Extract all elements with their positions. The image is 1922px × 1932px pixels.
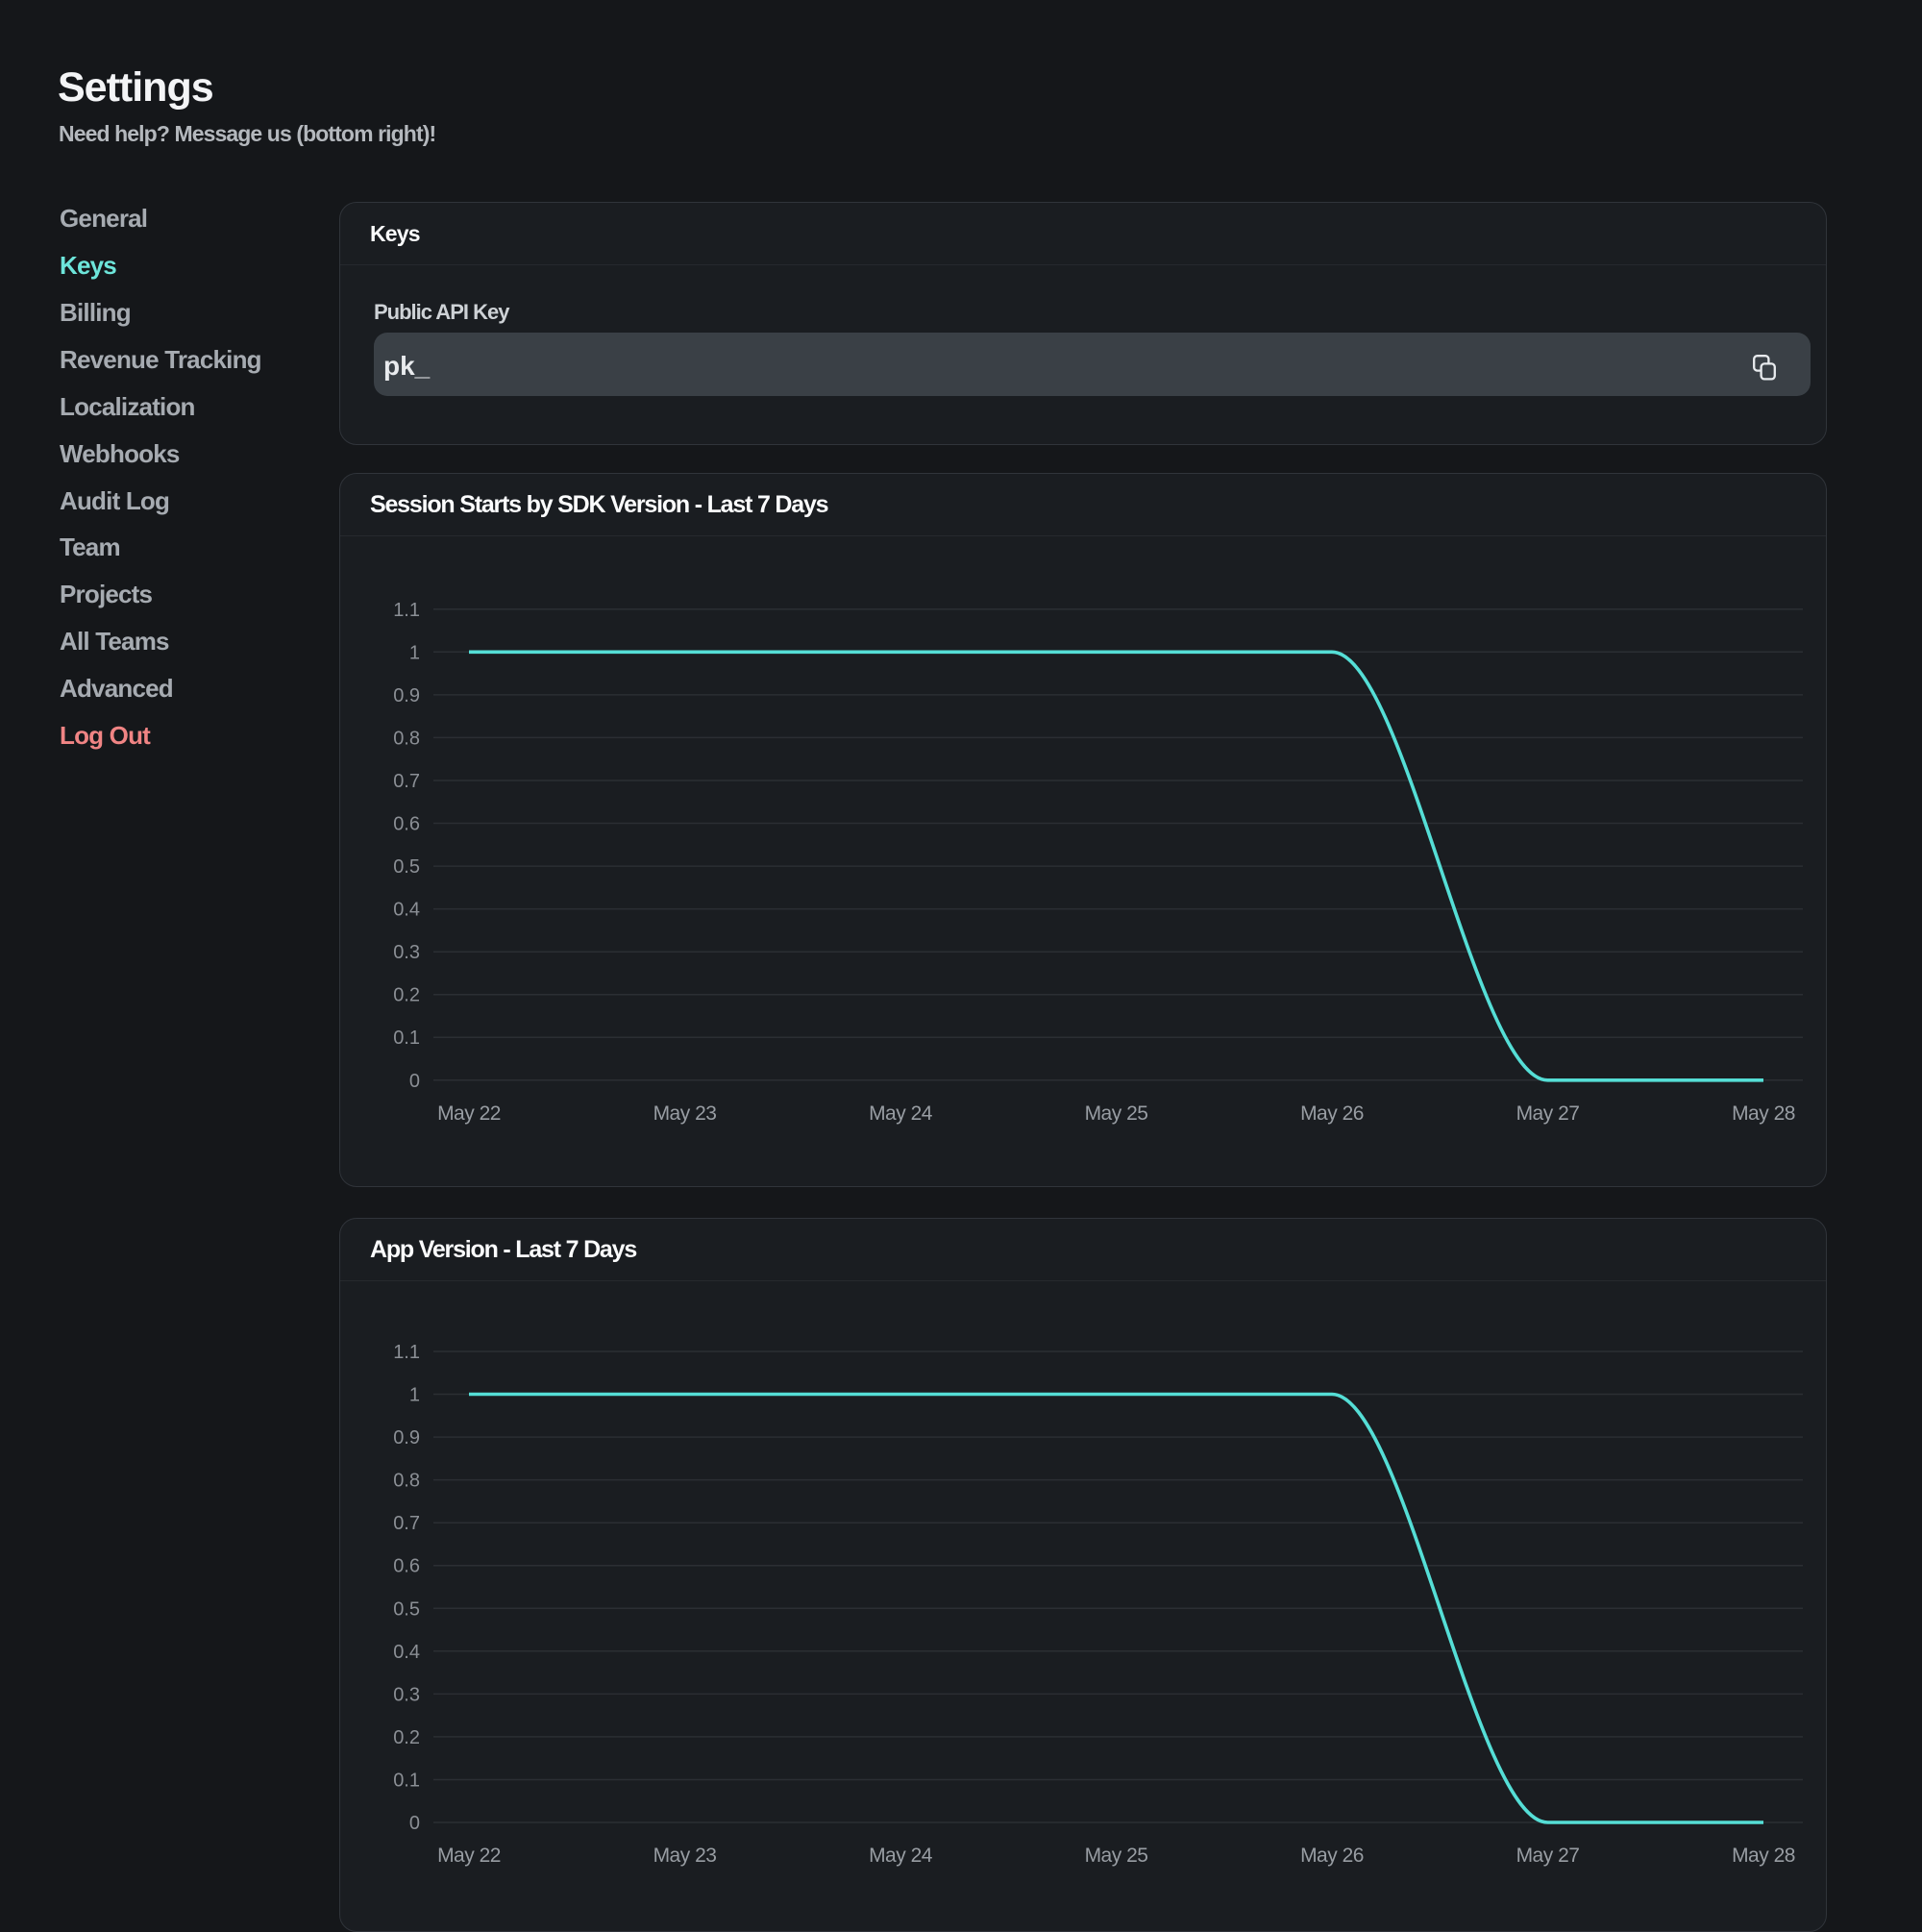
svg-text:May 27: May 27 bbox=[1516, 1102, 1580, 1125]
svg-text:0.4: 0.4 bbox=[393, 900, 420, 921]
svg-text:0.8: 0.8 bbox=[393, 1471, 420, 1492]
svg-text:0.7: 0.7 bbox=[393, 771, 420, 792]
svg-text:May 22: May 22 bbox=[437, 1102, 501, 1125]
svg-text:0.8: 0.8 bbox=[393, 728, 420, 749]
svg-text:0.5: 0.5 bbox=[393, 856, 420, 878]
svg-text:0.9: 0.9 bbox=[393, 1427, 420, 1449]
svg-text:0.9: 0.9 bbox=[393, 685, 420, 706]
svg-text:0: 0 bbox=[409, 1071, 420, 1092]
svg-text:1: 1 bbox=[409, 1385, 420, 1406]
svg-text:May 26: May 26 bbox=[1300, 1845, 1364, 1867]
svg-text:May 25: May 25 bbox=[1085, 1845, 1148, 1867]
svg-text:0.1: 0.1 bbox=[393, 1028, 420, 1049]
svg-text:0.6: 0.6 bbox=[393, 1556, 420, 1577]
svg-text:May 24: May 24 bbox=[869, 1845, 933, 1867]
svg-text:0.4: 0.4 bbox=[393, 1642, 420, 1663]
svg-text:0: 0 bbox=[409, 1813, 420, 1834]
svg-text:May 28: May 28 bbox=[1732, 1845, 1795, 1867]
svg-text:May 23: May 23 bbox=[653, 1845, 717, 1867]
svg-text:May 23: May 23 bbox=[653, 1102, 717, 1125]
svg-text:0.1: 0.1 bbox=[393, 1771, 420, 1792]
svg-text:May 22: May 22 bbox=[437, 1845, 501, 1867]
svg-text:May 26: May 26 bbox=[1300, 1102, 1364, 1125]
svg-text:0.2: 0.2 bbox=[393, 1727, 420, 1748]
svg-text:0.3: 0.3 bbox=[393, 1684, 420, 1705]
svg-text:0.2: 0.2 bbox=[393, 985, 420, 1006]
svg-text:May 28: May 28 bbox=[1732, 1102, 1795, 1125]
svg-text:0.7: 0.7 bbox=[393, 1513, 420, 1534]
svg-text:0.3: 0.3 bbox=[393, 942, 420, 963]
svg-text:0.5: 0.5 bbox=[393, 1598, 420, 1620]
svg-text:1.1: 1.1 bbox=[393, 600, 420, 621]
svg-text:May 27: May 27 bbox=[1516, 1845, 1580, 1867]
svg-text:1.1: 1.1 bbox=[393, 1342, 420, 1363]
svg-text:0.6: 0.6 bbox=[393, 814, 420, 835]
svg-text:May 24: May 24 bbox=[869, 1102, 933, 1125]
svg-text:1: 1 bbox=[409, 642, 420, 663]
svg-text:May 25: May 25 bbox=[1085, 1102, 1148, 1125]
